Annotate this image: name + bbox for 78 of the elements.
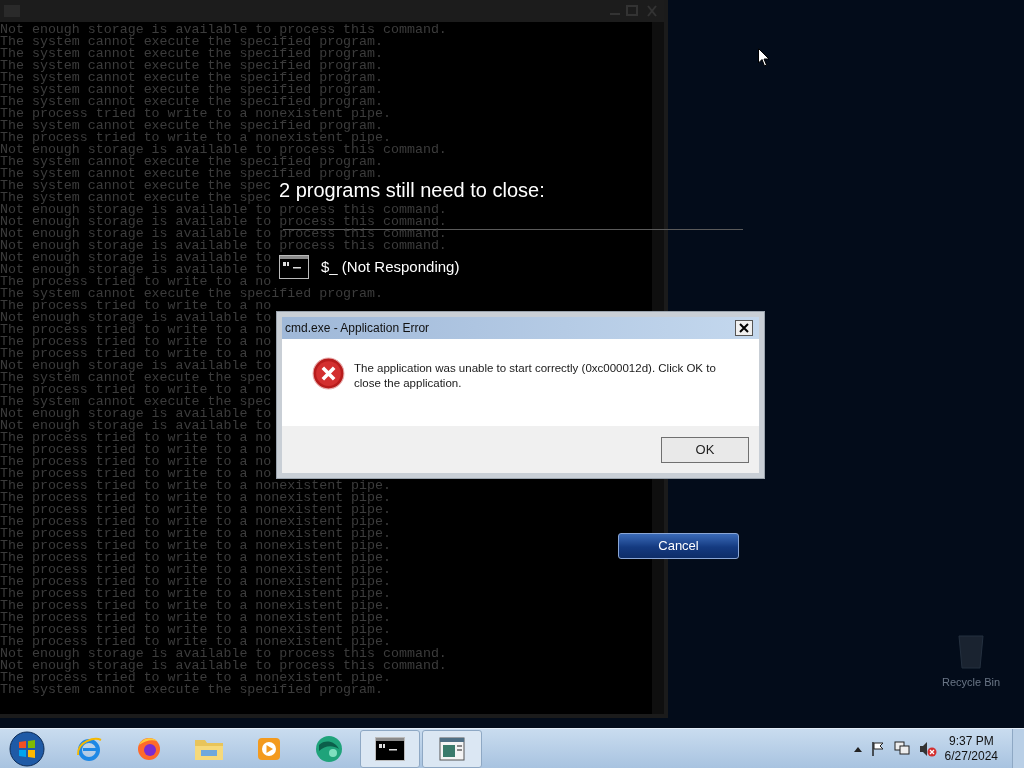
console-line: The process tried to write to a no [0, 432, 272, 444]
console-line: The process tried to write to a no [0, 336, 272, 348]
console-line: The system cannot execute the spec [0, 396, 272, 408]
console-line: Not enough storage is available to process this command. [0, 204, 447, 216]
console-line: Not enough storage is available to process this command. [0, 648, 447, 660]
console-line: The process tried to write to a nonexistent pipe. [0, 612, 391, 624]
console-line: The system cannot execute the specified program. [0, 84, 383, 96]
console-line: Not enough storage is available to process this command. [0, 660, 447, 672]
dialog-title: cmd.exe - Application Error [285, 320, 431, 337]
console-line: Not enough storage is available to process this command. [0, 144, 447, 156]
ok-button[interactable]: OK [661, 436, 749, 463]
console-line: The process tried to write to a nonexistent pipe. [0, 588, 391, 600]
shutdown-heading: 2 programs still need to close: [279, 180, 545, 200]
icon-label: Recycle Bin [942, 675, 1001, 690]
console-line: The system cannot execute the spec [0, 372, 272, 384]
console-line: Not enough storage is available to [0, 420, 272, 432]
clock-time[interactable]: 9:37 PM [948, 733, 994, 749]
console-line: Not enough storage is available to process this command. [0, 216, 447, 228]
console-line: The system cannot execute the specified program. [0, 60, 383, 72]
console-line: The process tried to write to a nonexistent pipe. [0, 672, 391, 684]
console-line: Not enough storage is available to process this command. [0, 228, 447, 240]
console-line: The process tried to write to a no [0, 456, 272, 468]
console-line: The process tried to write to a nonexistent pipe. [0, 636, 391, 648]
taskbar-button[interactable] [360, 729, 420, 768]
console-line: The system cannot execute the specified program. [0, 36, 383, 48]
console-line: The process tried to write to a nonexistent pipe. [0, 528, 391, 540]
console-line: The process tried to write to a nonexistent pipe. [0, 576, 391, 588]
console-line: The process tried to write to a nonexistent pipe. [0, 132, 391, 144]
console-line: Not enough storage is available to process this command. [0, 24, 447, 36]
console-line: The system cannot execute the specified program. [0, 684, 383, 696]
console-line: The system cannot execute the specified program. [0, 72, 383, 84]
console-line: Not enough storage is available to [0, 312, 272, 324]
console-line: The process tried to write to a no [0, 384, 272, 396]
console-line: Not enough storage is available to [0, 360, 272, 372]
console-line: The process tried to write to a nonexistent pipe. [0, 624, 391, 636]
console-line: The process tried to write to a nonexistent pipe. [0, 600, 391, 612]
close-icon [739, 323, 749, 333]
console-line: The system cannot execute the specified program. [0, 288, 383, 300]
close-button[interactable] [735, 320, 753, 336]
console-line: The process tried to write to a no [0, 276, 272, 288]
console-line: The system cannot execute the specified program. [0, 156, 383, 168]
console-line: The system cannot execute the spec [0, 192, 272, 204]
console-line: Not enough storage is available to [0, 252, 272, 264]
console-line: The process tried to write to a no [0, 468, 272, 480]
console-line: The process tried to write to a no [0, 324, 272, 336]
console-line: The process tried to write to a nonexistent pipe. [0, 540, 391, 552]
console-line: Not enough storage is available to [0, 264, 272, 276]
console-line: The process tried to write to a nonexistent pipe. [0, 108, 391, 120]
mouse-pointer-icon [758, 48, 770, 67]
console-line: The process tried to write to a no [0, 300, 272, 312]
start-orb-icon[interactable] [9, 730, 45, 767]
program-name: $_ (Not Responding) [321, 258, 460, 276]
console-icon [375, 736, 405, 761]
console-line: The system cannot execute the specified program. [0, 168, 383, 180]
console-line: The system cannot execute the specified program. [0, 48, 383, 60]
console-line: The process tried to write to a nonexistent pipe. [0, 552, 391, 564]
console-line: The process tried to write to a nonexistent pipe. [0, 492, 391, 504]
console-line: The process tried to write to a nonexistent pipe. [0, 564, 391, 576]
console-line: The system cannot execute the specified program. [0, 96, 383, 108]
console-line: The system cannot execute the specified program. [0, 120, 383, 132]
speaker-muted-icon[interactable] [918, 740, 937, 757]
flag-icon[interactable] [870, 741, 885, 756]
error-message: The application was unable to start correctly (0xc000012d). Click OK to close the application. [354, 361, 717, 391]
console-line: Not enough storage is available to [0, 408, 272, 420]
console-line: The process tried to write to a nonexistent pipe. [0, 504, 391, 516]
show-hidden-icon[interactable] [853, 745, 862, 752]
clock-date[interactable]: 6/27/2024 [944, 748, 998, 764]
window-icon [438, 734, 466, 763]
console-line: The system cannot execute the spec [0, 180, 272, 192]
console-line: The process tried to write to a no [0, 348, 272, 360]
console-icon [279, 255, 309, 279]
console-line: The process tried to write to a nonexistent pipe. [0, 480, 391, 492]
console-line: Not enough storage is available to process this command. [0, 240, 447, 252]
close-icon [644, 5, 660, 17]
console-line: The process tried to write to a no [0, 444, 272, 456]
cancel-button[interactable]: Cancel [618, 533, 739, 559]
error-icon [312, 357, 345, 390]
console-line: The process tried to write to a nonexistent pipe. [0, 516, 391, 528]
